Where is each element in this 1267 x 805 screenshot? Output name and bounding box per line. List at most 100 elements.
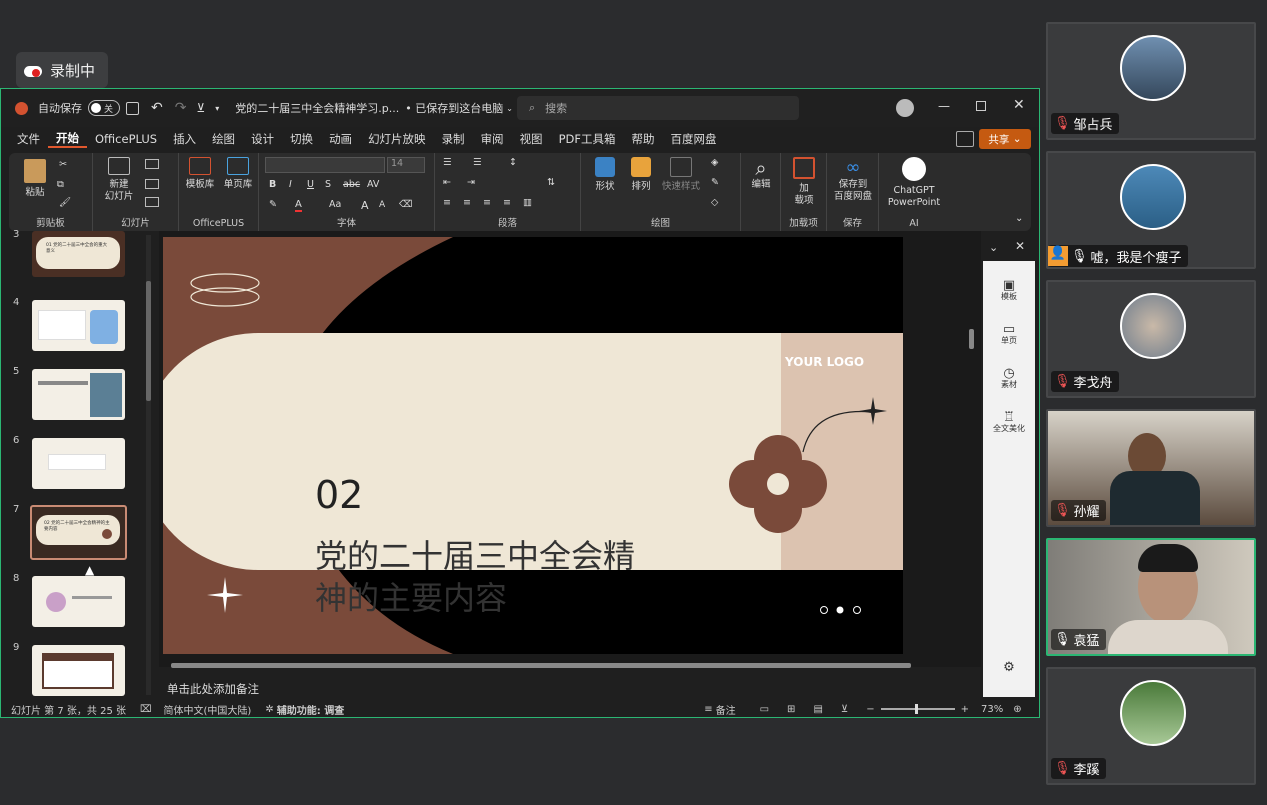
chevron-down-icon[interactable]: ⌄ [506, 104, 513, 113]
tab-home[interactable]: 开始 [48, 130, 87, 148]
tab-draw[interactable]: 绘图 [204, 131, 243, 147]
fit-to-window-icon[interactable]: ⊕ [1013, 704, 1021, 715]
bullets-icon[interactable]: ☰ [443, 157, 452, 168]
accessibility-icon[interactable]: ✲ [265, 704, 273, 715]
tab-slideshow[interactable]: 幻灯片放映 [360, 131, 434, 147]
zoom-out-icon[interactable]: − [866, 704, 874, 715]
single-page-library-button[interactable]: 单页库 [219, 157, 257, 191]
autosave-toggle[interactable]: 关 [88, 100, 120, 116]
shape-fill-icon[interactable]: ◈ [711, 157, 718, 168]
participant-tile[interactable]: 👤 🎙 嘘，我是个瘦子 [1046, 151, 1256, 269]
recording-indicator[interactable]: 录制中 [16, 52, 108, 88]
thumb-slide-5[interactable] [32, 369, 125, 420]
grow-font-button[interactable]: A [361, 199, 369, 212]
participant-video-tile[interactable]: 🎙 孙耀 [1046, 409, 1256, 527]
align-center-icon[interactable]: ≡ [463, 197, 471, 208]
vertical-scrollbar[interactable] [969, 329, 974, 349]
chatgpt-powerpoint-button[interactable]: ChatGPT PowerPoint [881, 157, 947, 209]
shape-effects-icon[interactable]: ◇ [711, 197, 718, 208]
align-right-icon[interactable]: ≡ [483, 197, 491, 208]
notes-icon[interactable]: ≡ [704, 704, 712, 715]
participant-tile[interactable]: 🎙 邹占兵 [1046, 22, 1256, 140]
tab-transitions[interactable]: 切换 [282, 131, 321, 147]
thumb-slide-7-selected[interactable]: 02 党的二十届三中全会精神的主要内容 [30, 505, 127, 560]
undo-icon[interactable]: ↶ [151, 100, 163, 116]
increase-indent-icon[interactable]: ⇥ [467, 177, 475, 188]
tab-view[interactable]: 视图 [512, 131, 551, 147]
shape-outline-icon[interactable]: ✎ [711, 177, 719, 188]
save-icon[interactable] [126, 101, 139, 115]
thumb-slide-4[interactable] [32, 300, 125, 351]
panel-single-page[interactable]: ▭ 单页 [983, 323, 1035, 346]
account-avatar[interactable] [896, 99, 914, 117]
panel-collapse-icon[interactable]: ⌄ [989, 241, 998, 254]
share-button[interactable]: 共享 ⌄ [979, 129, 1031, 149]
italic-button[interactable]: I [289, 179, 292, 190]
copy-icon[interactable]: ⧉ [57, 179, 64, 190]
bold-button[interactable]: B [269, 179, 276, 190]
save-to-baidu-button[interactable]: ∞ 保存到 百度网盘 [829, 157, 877, 203]
comments-icon[interactable] [956, 131, 974, 147]
zoom-in-icon[interactable]: + [961, 704, 969, 715]
language-indicator[interactable]: 简体中文(中国大陆) [164, 702, 252, 717]
addins-button[interactable]: 加载项 [785, 157, 823, 207]
template-library-button[interactable]: 模板库 [181, 157, 219, 191]
new-slide-button[interactable]: 新建 幻灯片 [99, 157, 139, 203]
tab-officeplus[interactable]: OfficePLUS [87, 132, 165, 146]
zoom-slider[interactable] [880, 704, 955, 714]
tab-animations[interactable]: 动画 [321, 131, 360, 147]
quick-styles-button[interactable]: 快速样式 [659, 157, 703, 193]
current-slide[interactable]: YOUR LOGO 02 党的二十届三中全会精 神的主要内容 [163, 237, 903, 654]
save-status[interactable]: • 已保存到这台电脑 [405, 100, 503, 116]
maximize-button[interactable] [976, 101, 986, 111]
customize-qat-icon[interactable]: ▾ [215, 104, 219, 113]
tab-design[interactable]: 设计 [243, 131, 282, 147]
tab-record[interactable]: 录制 [434, 131, 473, 147]
notes-pane[interactable]: 单击此处添加备注 [159, 677, 981, 699]
tab-help[interactable]: 帮助 [623, 131, 662, 147]
spellcheck-icon[interactable]: ⌧ [140, 704, 152, 715]
clear-format-icon[interactable]: ⌫ [399, 199, 412, 210]
tab-pdf-tools[interactable]: PDF工具箱 [551, 131, 624, 147]
tab-file[interactable]: 文件 [9, 131, 48, 147]
panel-beautify[interactable]: ♖ 全文美化 [983, 411, 1035, 434]
notes-button[interactable]: 备注 [716, 702, 736, 717]
font-color-button[interactable]: A [295, 199, 302, 212]
decrease-indent-icon[interactable]: ⇤ [443, 177, 451, 188]
paste-button[interactable]: 粘贴 [17, 159, 53, 199]
font-size-select[interactable]: 14 [387, 157, 425, 173]
cut-icon[interactable]: ✂ [59, 159, 67, 170]
normal-view-icon[interactable]: ▭ [760, 704, 769, 715]
columns-icon[interactable]: ▥ [523, 197, 532, 208]
text-direction-icon[interactable]: ⇅ [547, 177, 555, 188]
font-name-select[interactable] [265, 157, 385, 173]
panel-close-icon[interactable]: ✕ [1015, 239, 1025, 253]
thumbs-scroll-thumb[interactable] [146, 281, 151, 401]
reading-view-icon[interactable]: ▤ [813, 704, 822, 715]
tab-insert[interactable]: 插入 [165, 131, 204, 147]
zoom-level[interactable]: 73% [981, 704, 1003, 715]
section-icon[interactable] [145, 197, 159, 207]
change-case-button[interactable]: Aa [329, 199, 341, 210]
align-left-icon[interactable]: ≡ [443, 197, 451, 208]
tab-baidu-pan[interactable]: 百度网盘 [662, 131, 724, 147]
document-title[interactable]: 党的二十届三中全会精神学习.p... [235, 100, 399, 116]
participant-tile[interactable]: 🎙 李戈舟 [1046, 280, 1256, 398]
participant-video-tile-active[interactable]: 🎙 袁猛 [1046, 538, 1256, 656]
slide-sorter-icon[interactable]: ⊞ [787, 704, 795, 715]
minimize-button[interactable]: — [938, 99, 950, 113]
accessibility-status[interactable]: 辅助功能: 调查 [277, 702, 344, 717]
panel-template[interactable]: ▣ 模板 [983, 279, 1035, 302]
highlight-icon[interactable]: ✎ [269, 199, 277, 210]
slide-position[interactable]: 幻灯片 第 7 张，共 25 张 [11, 702, 126, 717]
shrink-font-button[interactable]: A [379, 200, 385, 210]
editing-button[interactable]: ⌕ 编辑 [743, 157, 779, 191]
arrange-button[interactable]: 排列 [623, 157, 659, 193]
numbering-icon[interactable]: ☰ [473, 157, 482, 168]
reset-icon[interactable] [145, 179, 159, 189]
justify-icon[interactable]: ≡ [503, 197, 511, 208]
redo-icon[interactable]: ↷ [175, 100, 187, 116]
line-spacing-icon[interactable]: ↕ [509, 157, 517, 168]
presenter-icon[interactable]: ⊻ [196, 101, 205, 115]
underline-button[interactable]: U [307, 179, 314, 190]
